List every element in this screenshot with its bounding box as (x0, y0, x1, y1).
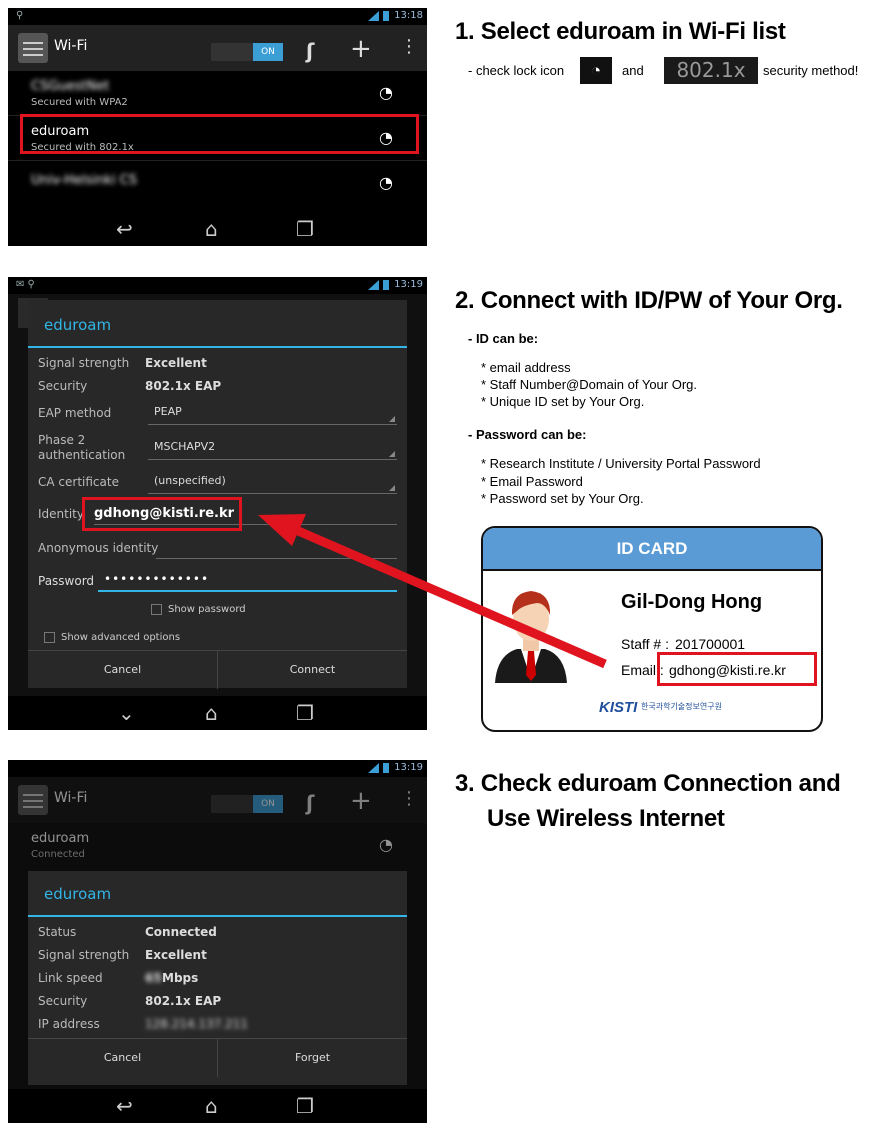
settings-app-icon (18, 785, 48, 815)
eduroam-status-dialog: eduroam Status Connected Signal strength… (28, 871, 407, 1085)
home-icon[interactable]: ⌂ (205, 1094, 218, 1118)
link-speed-unit: Mbps (162, 971, 199, 985)
security-value: 802.1x EAP (145, 994, 222, 1008)
ip-address-label: IP address (38, 1017, 100, 1031)
dialog-title: eduroam (44, 885, 112, 903)
step3-title-line2: Use Wireless Internet (487, 805, 725, 832)
wifi-toggle[interactable]: ON (211, 795, 283, 813)
recents-icon[interactable]: ❐ (296, 1094, 314, 1118)
wifi-network-item-eduroam[interactable]: eduroam Connected ◔ (8, 823, 427, 867)
status-bar: 13:19 (8, 760, 427, 777)
signal-label: Signal strength (38, 948, 130, 962)
step3-title-line1: 3. Check eduroam Connection and (455, 770, 841, 797)
signal-value: Excellent (145, 948, 207, 962)
action-bar: Wi-Fi ON ʃ + ⋮ (8, 777, 427, 823)
overflow-menu-icon[interactable]: ⋮ (400, 788, 418, 809)
dialog-button-bar: Cancel Forget (28, 1038, 407, 1077)
security-label: Security (38, 994, 88, 1008)
link-speed-label: Link speed (38, 971, 103, 985)
network-status: Connected (31, 849, 85, 860)
screenshot-connected-dialog: 13:19 Wi-Fi ON ʃ + ⋮ eduroam Connected ◔… (8, 760, 427, 1123)
dialog-divider (28, 915, 407, 917)
action-bar-title: Wi-Fi (54, 790, 88, 806)
back-icon[interactable]: ↩ (116, 1094, 133, 1118)
forget-button[interactable]: Forget (218, 1039, 407, 1077)
navigation-bar: ↩ ⌂ ❐ (8, 1089, 427, 1123)
toggle-on-label: ON (253, 795, 283, 813)
ip-address-value: 128.214.137.211 (145, 1017, 249, 1031)
network-name: eduroam (31, 831, 90, 846)
status-time: 13:19 (394, 762, 423, 773)
add-network-icon[interactable]: + (350, 786, 372, 816)
wps-icon[interactable]: ʃ (306, 791, 314, 815)
status-label: Status (38, 925, 77, 939)
cancel-button[interactable]: Cancel (28, 1039, 217, 1077)
status-value: Connected (145, 925, 217, 939)
battery-icon (383, 763, 389, 773)
link-speed-number: 65 (145, 971, 162, 985)
signal-icon (368, 763, 379, 773)
wifi-lock-icon: ◔ (379, 835, 393, 854)
